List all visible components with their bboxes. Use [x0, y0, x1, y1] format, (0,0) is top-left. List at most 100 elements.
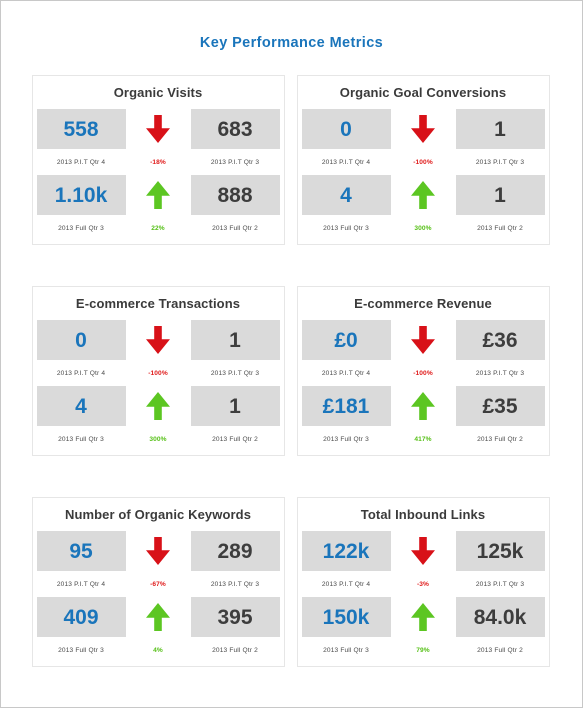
kpi-value-row: 41: [33, 386, 284, 426]
kpi-comparison-period-label: 2013 P.I.T Qtr 3: [210, 369, 260, 377]
kpi-comparison-period-label: 2013 Full Qtr 2: [477, 224, 523, 232]
kpi-current-value: 558: [36, 109, 126, 149]
kpi-current-value: 1.10k: [36, 175, 126, 215]
kpi-current-value: £0: [301, 320, 391, 360]
kpi-current-period-label: 2013 P.I.T Qtr 4: [321, 580, 371, 588]
arrow-down-icon: [129, 109, 187, 149]
kpi-panel-grid: Organic Visits 558 683 2013 P.I.T Qtr 4 -18%…: [31, 52, 552, 667]
kpi-delta-percentage: 79%: [416, 646, 430, 654]
kpi-current-period-label: 2013 P.I.T Qtr 4: [56, 158, 106, 166]
kpi-current-period-label: 2013 Full Qtr 3: [323, 646, 369, 654]
kpi-comparison-value: 1: [190, 320, 280, 360]
kpi-comparison-period-label: 2013 Full Qtr 2: [212, 435, 258, 443]
kpi-current-period-label: 2013 P.I.T Qtr 4: [56, 580, 106, 588]
arrow-down-icon: [394, 109, 452, 149]
kpi-value-row: 01: [33, 320, 284, 360]
arrow-up-icon: [394, 597, 452, 637]
kpi-value-row: 41: [298, 175, 549, 215]
kpi-value-row: 409 395: [33, 597, 284, 637]
dashboard-page: Key Performance Metrics Organic Visits 55…: [0, 0, 583, 708]
kpi-delta-percentage: -100%: [148, 369, 168, 377]
kpi-comparison-value: 84.0k: [455, 597, 545, 637]
kpi-comparison-period-label: 2013 P.I.T Qtr 3: [475, 158, 525, 166]
kpi-comparison-period-label: 2013 P.I.T Qtr 3: [475, 580, 525, 588]
kpi-value-row: £181 £35: [298, 386, 549, 426]
kpi-label-row: 2013 Full Qtr 3 300% 2013 Full Qtr 2: [298, 215, 549, 241]
kpi-current-period-label: 2013 Full Qtr 3: [58, 435, 104, 443]
kpi-label-row: 2013 Full Qtr 3 4% 2013 Full Qtr 2: [33, 637, 284, 663]
kpi-current-value: £181: [301, 386, 391, 426]
kpi-panel-title: Organic Visits: [32, 76, 284, 109]
kpi-comparison-value: 1: [190, 386, 280, 426]
kpi-panel-title: E-commerce Revenue: [297, 287, 549, 320]
kpi-label-row: 2013 Full Qtr 3 79% 2013 Full Qtr 2: [298, 637, 549, 663]
kpi-panel: Organic Visits 558 683 2013 P.I.T Qtr 4 -18%…: [31, 75, 285, 245]
kpi-value-row: 558 683: [33, 109, 284, 149]
kpi-label-row: 2013 Full Qtr 3 417% 2013 Full Qtr 2: [298, 426, 549, 452]
kpi-comparison-value: £35: [455, 386, 545, 426]
arrow-down-icon: [394, 531, 452, 571]
kpi-comparison-value: 683: [190, 109, 280, 149]
kpi-label-row: 2013 P.I.T Qtr 4 -100% 2013 P.I.T Qtr 3: [298, 149, 549, 175]
kpi-comparison-value: 888: [190, 175, 280, 215]
kpi-panel: E-commerce Transactions 0 1 2013 P.I.T Qtr …: [31, 286, 285, 456]
kpi-current-value: 0: [301, 109, 391, 149]
kpi-delta-percentage: -18%: [150, 158, 166, 166]
kpi-comparison-value: 125k: [455, 531, 545, 571]
kpi-panel-title: Number of Organic Keywords: [32, 498, 284, 531]
kpi-panel-title: Total Inbound Links: [297, 498, 549, 531]
kpi-current-value: 409: [36, 597, 126, 637]
arrow-down-icon: [129, 531, 187, 571]
kpi-delta-percentage: -67%: [150, 580, 166, 588]
kpi-delta-percentage: -3%: [416, 580, 430, 588]
kpi-comparison-period-label: 2013 Full Qtr 2: [477, 435, 523, 443]
kpi-comparison-value: 1: [455, 109, 545, 149]
kpi-value-row: 150k 84.0k: [298, 597, 549, 637]
kpi-comparison-value: 1: [455, 175, 545, 215]
kpi-label-row: 2013 P.I.T Qtr 4 -3% 2013 P.I.T Qtr 3: [298, 571, 549, 597]
arrow-up-icon: [394, 175, 452, 215]
arrow-up-icon: [129, 597, 187, 637]
kpi-current-period-label: 2013 P.I.T Qtr 4: [321, 158, 371, 166]
kpi-label-row: 2013 P.I.T Qtr 4 -67% 2013 P.I.T Qtr 3: [33, 571, 284, 597]
kpi-value-row: 1.10k 888: [33, 175, 284, 215]
arrow-down-icon: [129, 320, 187, 360]
kpi-current-value: 4: [36, 386, 126, 426]
kpi-delta-percentage: 300%: [414, 224, 432, 232]
kpi-value-row: 01: [298, 109, 549, 149]
kpi-comparison-value: 395: [190, 597, 280, 637]
kpi-value-row: 122k 125k: [298, 531, 549, 571]
kpi-panel-title: Organic Goal Conversions: [297, 76, 549, 109]
arrow-up-icon: [129, 386, 187, 426]
kpi-current-value: 4: [301, 175, 391, 215]
kpi-comparison-period-label: 2013 P.I.T Qtr 3: [210, 158, 260, 166]
kpi-label-row: 2013 P.I.T Qtr 4 -18% 2013 P.I.T Qtr 3: [33, 149, 284, 175]
kpi-current-value: 122k: [301, 531, 391, 571]
kpi-delta-percentage: -100%: [413, 369, 433, 377]
kpi-comparison-period-label: 2013 Full Qtr 2: [212, 646, 258, 654]
kpi-delta-percentage: 417%: [414, 435, 432, 443]
kpi-comparison-value: 289: [190, 531, 280, 571]
kpi-current-period-label: 2013 P.I.T Qtr 4: [321, 369, 371, 377]
kpi-label-row: 2013 Full Qtr 3 22% 2013 Full Qtr 2: [33, 215, 284, 241]
arrow-down-icon: [394, 320, 452, 360]
kpi-panel: Total Inbound Links 122k 125k 2013 P.I.T Qt…: [296, 497, 550, 667]
kpi-current-period-label: 2013 Full Qtr 3: [58, 646, 104, 654]
page-title: Key Performance Metrics: [199, 35, 384, 51]
kpi-panel-title: E-commerce Transactions: [32, 287, 284, 320]
kpi-panel: E-commerce Revenue £0 £36 2013 P.I.T Qtr 4 -…: [296, 286, 550, 456]
kpi-delta-percentage: 300%: [149, 435, 167, 443]
kpi-current-value: 150k: [301, 597, 391, 637]
kpi-delta-percentage: 4%: [153, 646, 163, 654]
kpi-label-row: 2013 Full Qtr 3 300% 2013 Full Qtr 2: [33, 426, 284, 452]
kpi-label-row: 2013 P.I.T Qtr 4 -100% 2013 P.I.T Qtr 3: [298, 360, 549, 386]
kpi-comparison-period-label: 2013 P.I.T Qtr 3: [475, 369, 525, 377]
kpi-current-period-label: 2013 Full Qtr 3: [323, 224, 369, 232]
kpi-current-period-label: 2013 P.I.T Qtr 4: [56, 369, 106, 377]
kpi-current-period-label: 2013 Full Qtr 3: [323, 435, 369, 443]
kpi-value-row: 95 289: [33, 531, 284, 571]
kpi-current-value: 0: [36, 320, 126, 360]
arrow-up-icon: [394, 386, 452, 426]
kpi-delta-percentage: 22%: [151, 224, 165, 232]
kpi-panel: Number of Organic Keywords 95 289 2013 P.I.…: [31, 497, 285, 667]
